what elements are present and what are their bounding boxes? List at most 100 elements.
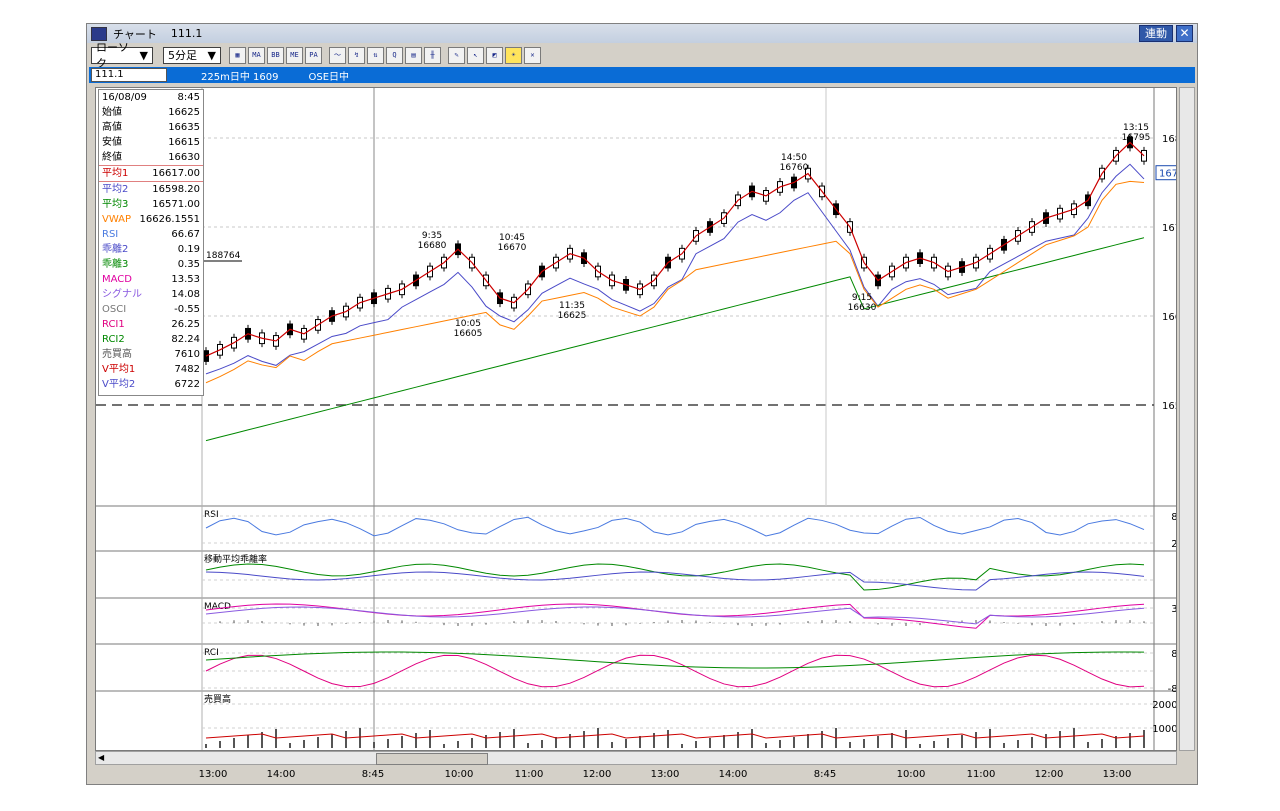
sub-tick-label: -80 xyxy=(1168,684,1176,695)
chart-plot-area[interactable]: 16800 16700 16600 16500 16761 188764 9:3516680… xyxy=(95,87,1177,751)
info-value: 16617.00 xyxy=(152,168,200,179)
search-icon[interactable]: ☀ xyxy=(505,46,522,64)
sub-panel-label: 移動平均乖離率 xyxy=(204,553,267,565)
chevron-down-icon: ▼ xyxy=(139,48,148,62)
scroll-thumb[interactable] xyxy=(376,753,488,765)
scale-icon[interactable]: ⇅ xyxy=(367,46,384,64)
info-row: MACD 13.53 xyxy=(99,272,203,287)
info-row: RCI1 26.25 xyxy=(99,317,203,332)
candle-indicator-icon[interactable]: ↯ xyxy=(348,46,365,64)
sub-panel-label: RSI xyxy=(204,510,219,520)
info-value: 7610 xyxy=(174,349,200,360)
info-value: 16598.20 xyxy=(152,184,200,195)
info-label: VWAP xyxy=(102,214,132,225)
info-row: 売買高 7610 xyxy=(99,347,203,362)
current-price-label: 16761 xyxy=(1159,169,1176,180)
info-row: 乖離2 0.19 xyxy=(99,242,203,257)
info-value: 0.19 xyxy=(177,244,200,255)
instrument-name: 225m日中 1609 xyxy=(201,71,279,83)
pen-icon[interactable]: ✎ xyxy=(448,46,465,64)
time-tick-label: 10:00 xyxy=(444,769,474,780)
horizontal-scrollbar[interactable]: ◀ xyxy=(95,751,1177,765)
price-tick-label: 16500 xyxy=(1162,401,1176,412)
sub-tick-label: 80 xyxy=(1171,512,1176,523)
pa-icon[interactable]: PA xyxy=(305,46,322,64)
interval-select[interactable]: 5分足 ▼ xyxy=(163,46,221,64)
annotation-time: 10:05 xyxy=(455,319,481,329)
annotation-time: 9:15 xyxy=(852,293,872,303)
info-value: 16630 xyxy=(168,152,200,163)
time-tick-label: 13:00 xyxy=(650,769,680,780)
chart-type-select[interactable]: ローソク ▼ xyxy=(91,41,153,70)
annotation-time: 13:15 xyxy=(1123,123,1149,133)
info-label: 平均3 xyxy=(102,199,129,210)
scroll-left-icon[interactable]: ◀ xyxy=(98,752,104,764)
chart-settings-icon[interactable]: ▦ xyxy=(229,46,246,64)
info-rows: 始値 16625 高値 16635 安値 16615 終値 16630 平均1 16617.00 平… xyxy=(99,105,203,392)
mae-icon[interactable]: ME xyxy=(286,46,303,64)
info-label: 終値 xyxy=(102,152,122,163)
info-value: 7482 xyxy=(174,364,200,375)
info-label: RCI1 xyxy=(102,319,125,330)
sub-tick-label: 30 xyxy=(1171,604,1176,615)
bb-icon[interactable]: BB xyxy=(267,46,284,64)
time-tick-label: 13:00 xyxy=(198,769,228,780)
annotation-price: 16680 xyxy=(418,241,447,251)
time-tick-label: 14:00 xyxy=(266,769,296,780)
chevron-down-icon: ▼ xyxy=(207,48,216,62)
info-row: RSI 66.67 xyxy=(99,227,203,242)
time-tick-label: 13:00 xyxy=(1102,769,1132,780)
time-tick-label: 10:00 xyxy=(896,769,926,780)
info-value: 16571.00 xyxy=(152,199,200,210)
info-value: -0.55 xyxy=(174,304,200,315)
chart-window: チャート 111.1 連動 ✕ ローソク ▼ 5分足 ▼ ▦ MA BB ME PA 〜 ↯… xyxy=(86,23,1198,785)
info-row: OSCI -0.55 xyxy=(99,302,203,317)
rci2-line xyxy=(205,651,1145,669)
info-time: 8:45 xyxy=(177,92,200,103)
info-row: シグナル 14.08 xyxy=(99,287,203,302)
symbol-input[interactable]: 111.1 xyxy=(91,68,167,82)
zoom-icon[interactable]: Q xyxy=(386,46,403,64)
cursor-icon[interactable]: ↖ xyxy=(467,46,484,64)
info-label: RSI xyxy=(102,229,119,240)
info-value: 0.35 xyxy=(177,259,200,270)
close-icon[interactable]: ✕ xyxy=(1176,25,1193,42)
line-indicator-icon[interactable]: 〜 xyxy=(329,46,346,64)
annotation-price: 16605 xyxy=(454,329,483,339)
info-label: 乖離3 xyxy=(102,259,129,270)
annotation-price: 16670 xyxy=(498,243,527,253)
time-tick-label: 8:45 xyxy=(813,769,837,780)
vertical-scrollbar[interactable] xyxy=(1179,87,1195,751)
info-value: 82.24 xyxy=(171,334,200,345)
deviation3-line xyxy=(205,563,1145,591)
ma-icon[interactable]: MA xyxy=(248,46,265,64)
annotation-time: 14:50 xyxy=(781,153,807,163)
ma2-line xyxy=(205,163,1145,375)
annotation-price: 16795 xyxy=(1122,133,1151,143)
grid-icon[interactable]: ▤ xyxy=(405,46,422,64)
bar-icon[interactable]: ╫ xyxy=(424,46,441,64)
toolbar-icon-group: ▦ MA BB ME PA 〜 ↯ ⇅ Q ▤ ╫ ✎ ↖ ◩ ☀ ✕ xyxy=(227,46,541,64)
info-datetime: 16/08/09 8:45 xyxy=(99,90,203,105)
info-label: 平均1 xyxy=(102,168,129,179)
sub-tick-label: 80 xyxy=(1171,649,1176,660)
info-value: 16625 xyxy=(168,107,200,118)
info-label: 高値 xyxy=(102,122,122,133)
sub-tick-label: 20000 xyxy=(1152,700,1176,711)
info-row: V平均2 6722 xyxy=(99,377,203,392)
info-label: RCI2 xyxy=(102,334,125,345)
annotation-time: 9:35 xyxy=(422,231,442,241)
time-tick-label: 12:00 xyxy=(582,769,612,780)
info-label: V平均1 xyxy=(102,364,136,375)
interval-value: 5分足 xyxy=(168,49,197,62)
annotation-price: 16630 xyxy=(848,303,877,313)
toolbar: ローソク ▼ 5分足 ▼ ▦ MA BB ME PA 〜 ↯ ⇅ Q ▤ ╫ ✎ ↖ ◩ ☀ ✕ xyxy=(87,41,1197,70)
eraser-icon[interactable]: ◩ xyxy=(486,46,503,64)
info-label: 安値 xyxy=(102,137,122,148)
info-row: 乖離3 0.35 xyxy=(99,257,203,272)
delete-line-icon[interactable]: ✕ xyxy=(524,46,541,64)
info-label: 売買高 xyxy=(102,349,132,360)
link-button[interactable]: 連動 xyxy=(1139,25,1173,42)
time-tick-label: 8:45 xyxy=(361,769,385,780)
time-tick-label: 14:00 xyxy=(718,769,748,780)
